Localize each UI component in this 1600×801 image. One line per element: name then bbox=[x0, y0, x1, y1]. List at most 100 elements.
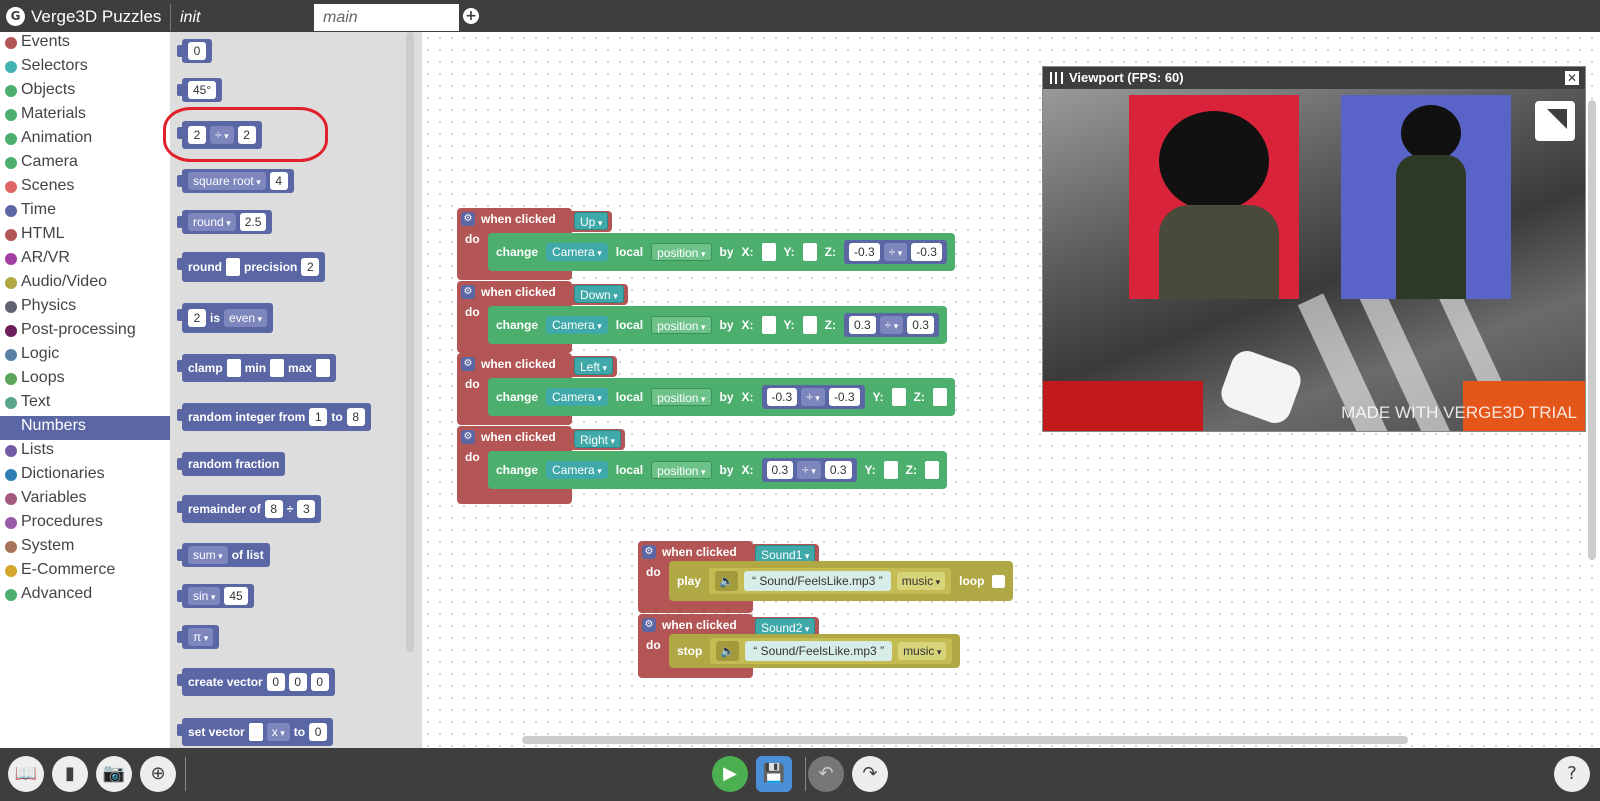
sound-type-dropdown[interactable]: music bbox=[896, 572, 946, 590]
block-clamp[interactable]: clamp min max bbox=[176, 354, 337, 382]
category-selectors[interactable]: Selectors bbox=[0, 56, 170, 80]
stop-sound-block[interactable]: stop 🔈 “ Sound/FeelsLike.mp3 ” music bbox=[669, 634, 961, 668]
round-fn-dropdown[interactable]: round bbox=[188, 213, 236, 231]
change-position-block[interactable]: change Camera local position by X: Y: Z:… bbox=[488, 306, 947, 344]
sound-source-block[interactable]: 🔈 “ Sound/FeelsLike.mp3 ” music bbox=[710, 638, 953, 664]
set-vector-value[interactable]: 0 bbox=[309, 723, 328, 741]
x-input-slot[interactable] bbox=[761, 243, 776, 261]
block-create-vector[interactable]: create vector 0 0 0 bbox=[177, 668, 335, 696]
camera-dropdown[interactable]: Camera bbox=[546, 461, 608, 479]
gear-icon[interactable]: ⚙ bbox=[642, 545, 656, 559]
arith-op-dropdown[interactable]: ÷ bbox=[883, 243, 908, 261]
arith-op-dropdown[interactable]: ÷ bbox=[797, 461, 821, 479]
number-value[interactable]: 0 bbox=[188, 42, 206, 60]
remainder-b[interactable]: 3 bbox=[297, 500, 316, 518]
library-icon[interactable]: 📖 bbox=[8, 756, 44, 792]
category-dictionaries[interactable]: Dictionaries bbox=[0, 464, 170, 488]
viewport-3d-scene[interactable]: MADE WITH VERGE3D TRIAL bbox=[1043, 89, 1585, 431]
add-tab-icon[interactable]: + bbox=[463, 8, 479, 24]
position-dropdown[interactable]: position bbox=[651, 243, 712, 261]
arith-b[interactable]: -0.3 bbox=[911, 243, 942, 261]
randint-to[interactable]: 8 bbox=[346, 408, 365, 426]
camera-dropdown[interactable]: Camera bbox=[546, 243, 608, 261]
arith-op-dropdown[interactable]: ÷ bbox=[879, 316, 904, 334]
arithmetic-block[interactable]: 0.3 ÷ 0.3 bbox=[761, 458, 857, 482]
event-target-dropdown[interactable]: Left bbox=[574, 357, 614, 375]
category-materials[interactable]: Materials bbox=[0, 104, 170, 128]
round-value[interactable]: 2.5 bbox=[239, 213, 267, 231]
clamp-min-slot[interactable] bbox=[270, 359, 285, 377]
camera-dropdown[interactable]: Camera bbox=[546, 316, 608, 334]
category-variables[interactable]: Variables bbox=[0, 488, 170, 512]
clamp-max-slot[interactable] bbox=[316, 359, 331, 377]
block-sum-list[interactable]: sum of list bbox=[177, 543, 270, 567]
redo-icon[interactable]: ↷ bbox=[852, 756, 888, 792]
y-input-slot[interactable] bbox=[802, 316, 817, 334]
block-round[interactable]: round 2.5 bbox=[176, 210, 273, 234]
category-logic[interactable]: Logic bbox=[0, 344, 170, 368]
clamp-value-slot[interactable] bbox=[226, 359, 241, 377]
gear-icon[interactable]: ⚙ bbox=[642, 618, 656, 632]
arithmetic-block[interactable]: 0.3 ÷ 0.3 bbox=[843, 313, 939, 337]
tab-main[interactable]: main bbox=[314, 4, 459, 31]
gear-icon[interactable]: ⚙ bbox=[461, 430, 475, 444]
category-system[interactable]: System bbox=[0, 536, 170, 560]
category-objects[interactable]: Objects bbox=[0, 80, 170, 104]
block-random-integer[interactable]: random integer from 1 to 8 bbox=[177, 403, 371, 431]
even-dropdown[interactable]: even bbox=[224, 309, 268, 327]
gear-icon[interactable]: ⚙ bbox=[461, 212, 475, 226]
help-icon[interactable]: ? bbox=[1554, 756, 1590, 792]
block-square-root[interactable]: square root 4 bbox=[177, 169, 294, 193]
block-set-vector[interactable]: set vector x to 0 bbox=[176, 718, 334, 746]
category-ar-vr[interactable]: AR/VR bbox=[0, 248, 170, 272]
arith-a[interactable]: 0.3 bbox=[848, 316, 876, 334]
category-e-commerce[interactable]: E-Commerce bbox=[0, 560, 170, 584]
change-position-block[interactable]: change Camera local position by X: Y: Z:… bbox=[488, 233, 955, 271]
viewport-title[interactable]: Viewport (FPS: 60) bbox=[1043, 67, 1585, 89]
block-remainder[interactable]: remainder of 8 ÷ 3 bbox=[176, 495, 322, 523]
category-loops[interactable]: Loops bbox=[0, 368, 170, 392]
z-input-slot[interactable] bbox=[924, 461, 939, 479]
viewport-window[interactable]: Viewport (FPS: 60) ✕ MADE WITH VERGE3D T… bbox=[1042, 66, 1586, 432]
sound-type-dropdown[interactable]: music bbox=[898, 642, 947, 660]
loop-checkbox[interactable] bbox=[992, 574, 1006, 588]
trig-value[interactable]: 45 bbox=[224, 587, 248, 605]
arith-op-dropdown[interactable]: ÷ bbox=[801, 388, 825, 406]
category-lists[interactable]: Lists bbox=[0, 440, 170, 464]
y-input-slot[interactable] bbox=[891, 388, 906, 406]
constant-dropdown[interactable]: π bbox=[188, 628, 214, 646]
category-scenes[interactable]: Scenes bbox=[0, 176, 170, 200]
vector-y[interactable]: 0 bbox=[288, 673, 307, 691]
event-target-dropdown[interactable]: Down bbox=[574, 285, 624, 303]
block-angle[interactable]: 45° bbox=[176, 78, 223, 102]
workspace-vertical-scrollbar[interactable] bbox=[1588, 100, 1596, 560]
tab-init[interactable]: init bbox=[170, 4, 310, 31]
screenshot-icon[interactable]: 📷 bbox=[96, 756, 132, 792]
arithmetic-block[interactable]: -0.3 ÷ -0.3 bbox=[761, 385, 865, 409]
sound-source-block[interactable]: 🔈 “ Sound/FeelsLike.mp3 ” music bbox=[709, 568, 952, 594]
category-post-processing[interactable]: Post-processing bbox=[0, 320, 170, 344]
target-icon[interactable]: ⊕ bbox=[140, 756, 176, 792]
gear-icon[interactable]: ⚙ bbox=[461, 357, 475, 371]
even-value[interactable]: 2 bbox=[188, 309, 206, 327]
undo-icon[interactable]: ↶ bbox=[808, 756, 844, 792]
sqrt-fn-dropdown[interactable]: square root bbox=[188, 172, 266, 190]
remainder-a[interactable]: 8 bbox=[264, 500, 283, 518]
position-dropdown[interactable]: position bbox=[651, 388, 712, 406]
block-number[interactable]: 0 bbox=[177, 39, 212, 63]
arith-b[interactable]: 0.3 bbox=[824, 461, 852, 479]
gear-icon[interactable]: ⚙ bbox=[461, 285, 475, 299]
category-time[interactable]: Time bbox=[0, 200, 170, 224]
category-html[interactable]: HTML bbox=[0, 224, 170, 248]
y-input-slot[interactable] bbox=[883, 461, 898, 479]
save-icon[interactable]: 💾 bbox=[756, 756, 792, 792]
category-advanced[interactable]: Advanced bbox=[0, 584, 170, 608]
sound-file-text[interactable]: “ Sound/FeelsLike.mp3 ” bbox=[743, 571, 891, 591]
sqrt-value[interactable]: 4 bbox=[269, 172, 288, 190]
camera-dropdown[interactable]: Camera bbox=[546, 388, 608, 406]
flyout-scrollbar[interactable] bbox=[406, 32, 414, 652]
precision-value[interactable]: 2 bbox=[301, 258, 320, 276]
position-dropdown[interactable]: position bbox=[651, 316, 712, 334]
event-target-dropdown[interactable]: Right bbox=[574, 430, 622, 448]
event-target-dropdown[interactable]: Up bbox=[574, 212, 609, 230]
